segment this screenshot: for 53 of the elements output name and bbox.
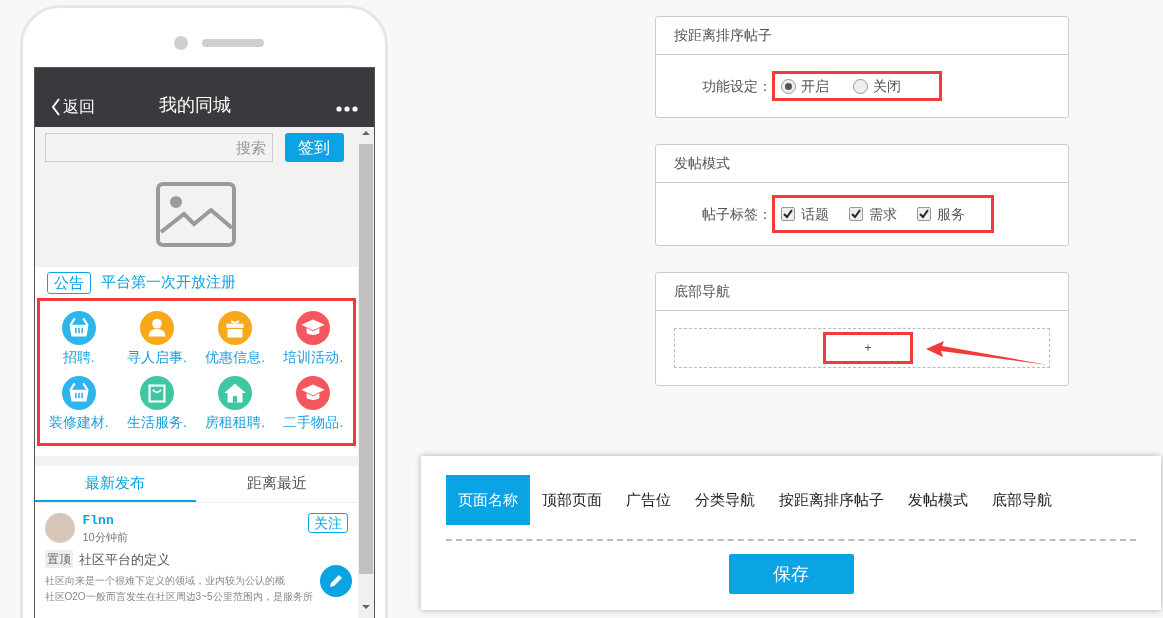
checkbox[interactable] xyxy=(849,207,863,221)
radio-label: 关闭 xyxy=(873,76,901,96)
editor-tab[interactable]: 分类导航 xyxy=(683,475,767,525)
radio-label: 开启 xyxy=(801,76,829,96)
checkbox-label: 服务 xyxy=(937,204,965,224)
back-button[interactable]: 返回 xyxy=(50,95,95,119)
notice-tag: 公告 xyxy=(46,271,91,294)
editor-tab[interactable]: 底部导航 xyxy=(980,475,1064,525)
panel-title: 发帖模式 xyxy=(656,145,1068,183)
speaker-slot xyxy=(202,39,264,47)
follow-button[interactable]: 关注 xyxy=(307,513,348,533)
radio-button[interactable] xyxy=(781,78,796,94)
save-button[interactable]: 保存 xyxy=(728,554,854,594)
compose-button[interactable] xyxy=(319,565,352,597)
sign-in-button[interactable]: 签到 xyxy=(284,133,344,162)
post-excerpt: 社区向来是一个很难下定义的领域，业内较为公认的概 xyxy=(44,574,285,588)
search-field[interactable]: 搜索 xyxy=(44,133,273,162)
post-title: 社区平台的定义 xyxy=(78,550,170,569)
category-item[interactable]: 房租租聘. xyxy=(196,376,275,433)
checkbox-label: 需求 xyxy=(869,204,897,224)
category-item[interactable]: 优惠信息. xyxy=(196,311,275,368)
editor-tab[interactable]: 顶部页面 xyxy=(530,475,614,525)
checkbox-label: 话题 xyxy=(801,204,829,224)
author-name: Flnn xyxy=(82,513,115,529)
checkbox[interactable] xyxy=(917,207,931,221)
post-time: 10分钟前 xyxy=(82,530,129,545)
chevron-left-icon xyxy=(50,97,61,117)
editor-tab[interactable]: 发帖模式 xyxy=(896,475,980,525)
editor-tab[interactable]: 页面名称 xyxy=(446,475,530,525)
category-item[interactable]: 寻人启事. xyxy=(117,311,196,368)
avatar xyxy=(44,513,75,543)
panel-title: 底部导航 xyxy=(656,273,1068,311)
image-placeholder-icon xyxy=(156,182,236,247)
checkbox[interactable] xyxy=(781,207,795,221)
add-button[interactable]: + xyxy=(823,332,913,364)
panel-title: 按距离排序帖子 xyxy=(656,17,1068,55)
category-item[interactable]: 二手物品. xyxy=(274,376,353,433)
feed-tab[interactable]: 距离最近 xyxy=(196,466,358,502)
editor-tab[interactable]: 广告位 xyxy=(614,475,683,525)
category-item[interactable]: 生活服务. xyxy=(117,376,196,433)
pinned-tag: 置顶 xyxy=(44,550,73,569)
pencil-icon xyxy=(327,573,344,589)
notice-text[interactable]: 平台第一次开放注册 xyxy=(100,271,236,294)
category-item[interactable]: 培训活动. xyxy=(274,311,353,368)
category-item[interactable]: 装修建材. xyxy=(39,376,118,433)
post-excerpt: 社区O2O一般而言发生在社区周边3~5公里范围内，是服务所 xyxy=(44,590,313,604)
editor-tab[interactable]: 按距离排序帖子 xyxy=(767,475,896,525)
field-label: 帖子标签： xyxy=(702,204,772,224)
radio-button[interactable] xyxy=(853,78,868,94)
more-icon[interactable] xyxy=(335,106,358,112)
page-title: 我的同城 xyxy=(158,94,231,117)
category-item[interactable]: 招聘. xyxy=(39,311,118,368)
field-label: 功能设定： xyxy=(702,76,772,96)
